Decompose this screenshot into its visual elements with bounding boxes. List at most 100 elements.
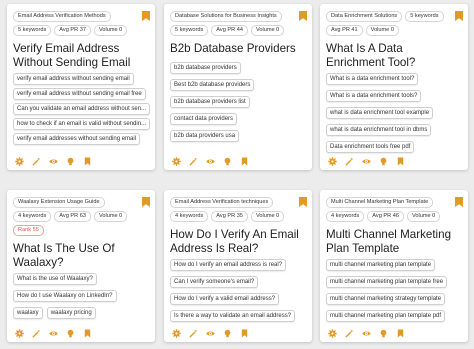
card-title: Multi Channel Marketing Plan Template [326,228,452,255]
keyword-chip[interactable]: How do I verify a valid email address? [170,293,280,305]
keyword-chip[interactable]: Best b2b database providers [170,78,255,91]
gear-icon[interactable] [328,329,337,338]
keyword-chip[interactable]: verify email address without sending ema… [13,88,146,100]
avg-pr-chip: Avg PR 37 [54,25,91,36]
bookmark-icon[interactable] [142,11,150,21]
lightbulb-icon[interactable] [223,329,232,338]
keyword-chip[interactable]: multi channel marketing plan template pd… [326,310,446,322]
keyword-chip[interactable]: contact data providers [170,112,238,125]
eye-icon[interactable] [206,157,215,166]
lightbulb-icon[interactable] [379,157,388,166]
cluster-chip[interactable]: Email Address Verification techniques [170,197,274,208]
bookmark-icon[interactable] [142,197,150,207]
keyword-chip[interactable]: multi channel marketing strategy templat… [326,293,446,305]
lightbulb-icon[interactable] [223,157,232,166]
eye-icon[interactable] [362,329,371,338]
keyword-chip[interactable]: Can I verify someone's email? [170,276,259,288]
wand-icon[interactable] [32,157,41,166]
cluster-chip[interactable]: Multi Channel Marketing Plan Template [326,197,434,208]
cluster-chip[interactable]: Waalaxy Extension Usage Guide [13,197,105,208]
keyword-chip[interactable]: b2b database providers [170,61,241,74]
bookmark-icon[interactable] [299,197,307,207]
keyword-chip[interactable]: b2b database providers list [170,95,250,108]
card-actions [172,329,249,338]
chip-row: Multi Channel Marketing Plan Template 4 … [326,197,462,222]
avg-pr-chip: Avg PR 35 [211,211,248,222]
topic-card: Waalaxy Extension Usage Guide 4 keywords… [7,190,155,342]
avg-pr-chip: Avg PR 41 [326,25,363,36]
cluster-chip[interactable]: Database Solutions for Business Insights [170,11,282,22]
chip-row: Database Solutions for Business Insights… [170,11,306,36]
keyword-chip[interactable]: What is a data enrichment tools? [326,90,422,102]
card-actions [328,157,405,166]
card-actions [328,329,405,338]
card-title: What Is A Data Enrichment Tool? [326,42,416,69]
volume-chip: Volume 0 [250,211,285,222]
wand-icon[interactable] [189,329,198,338]
keyword-chip[interactable]: How do I use Waalaxy on LinkedIn? [13,290,117,302]
lightbulb-icon[interactable] [66,157,75,166]
keyword-chip[interactable]: What is a data enrichment tool? [326,73,419,85]
rank-chip: Rank 55 [13,225,44,236]
card-actions [15,329,92,338]
cluster-chip[interactable]: Data Enrichment Solutions [326,11,403,22]
keyword-chip[interactable]: What is the use of Waalaxy? [13,273,97,285]
keyword-list: What is a data enrichment tool? What is … [326,73,462,153]
keyword-chip[interactable]: waalaxy [13,307,43,319]
lightbulb-icon[interactable] [379,329,388,338]
keyword-chip[interactable]: verify email addresses without sending e… [13,133,141,145]
keyword-chip[interactable]: verify email address without sending ema… [13,73,134,85]
bookmark-icon[interactable] [396,157,405,166]
chip-row: Waalaxy Extension Usage Guide 4 keywords… [13,197,149,236]
bookmark-icon[interactable] [240,157,249,166]
gear-icon[interactable] [172,329,181,338]
avg-pr-chip: Avg PR 63 [54,211,91,222]
eye-icon[interactable] [362,157,371,166]
keyword-chip[interactable]: how to check if an email is valid withou… [13,118,151,130]
topic-card: Multi Channel Marketing Plan Template 4 … [320,190,468,342]
gear-icon[interactable] [328,157,337,166]
keyword-chip[interactable]: Is there a way to validate an email addr… [170,310,296,322]
chip-row: Email Address Verification techniques 4 … [170,197,306,222]
chip-row: Data Enrichment Solutions 5 keywords Avg… [326,11,462,36]
bookmark-icon[interactable] [299,11,307,21]
card-title: How Do I Verify An Email Address Is Real… [170,228,299,255]
keyword-chip[interactable]: waalaxy pricing [46,307,96,319]
gear-icon[interactable] [15,329,24,338]
gear-icon[interactable] [172,157,181,166]
bookmark-icon[interactable] [455,197,463,207]
topic-card: Database Solutions for Business Insights… [164,4,312,170]
volume-chip: Volume 0 [93,211,128,222]
keyword-chip[interactable]: what is data enrichment tool in dbms [326,124,432,136]
volume-chip: Volume 0 [93,25,128,36]
wand-icon[interactable] [32,329,41,338]
gear-icon[interactable] [15,157,24,166]
keyword-count-chip: 4 keywords [170,211,209,222]
keyword-chip[interactable]: How do I verify an email address is real… [170,259,287,271]
keyword-count-chip: 4 keywords [13,211,52,222]
keyword-chip[interactable]: Can you validate an email address withou… [13,103,151,115]
bookmark-icon[interactable] [83,157,92,166]
lightbulb-icon[interactable] [66,329,75,338]
keyword-chip[interactable]: what is data enrichment tool example [326,107,434,119]
keyword-list: What is the use of Waalaxy? How do I use… [13,273,149,319]
keyword-chip[interactable]: b2b data providers usa [170,129,240,142]
keyword-chip[interactable]: multi channel marketing plan template fr… [326,276,448,288]
card-title: B2b Database Providers [170,42,296,55]
keyword-chip[interactable]: multi channel marketing plan template [326,259,436,271]
keyword-count-chip: 5 keywords [405,11,444,22]
wand-icon[interactable] [345,329,354,338]
eye-icon[interactable] [49,329,58,338]
card-actions [15,157,92,166]
keyword-chip[interactable]: Data enrichment tools free pdf [326,141,415,153]
bookmark-icon[interactable] [455,11,463,21]
wand-icon[interactable] [189,157,198,166]
keyword-pair-row: waalaxy waalaxy pricing [13,307,96,319]
wand-icon[interactable] [345,157,354,166]
bookmark-icon[interactable] [240,329,249,338]
eye-icon[interactable] [206,329,215,338]
bookmark-icon[interactable] [83,329,92,338]
cluster-chip[interactable]: Email Address Verification Methods [13,11,111,22]
eye-icon[interactable] [49,157,58,166]
bookmark-icon[interactable] [396,329,405,338]
